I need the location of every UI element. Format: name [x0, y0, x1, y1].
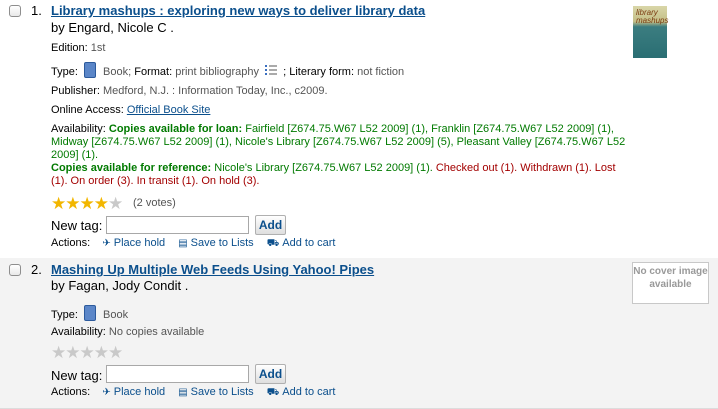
- search-result-1: 1. Library mashups : exploring new ways …: [0, 0, 718, 259]
- star-icon[interactable]: ★: [80, 194, 95, 213]
- star-icon[interactable]: ★: [80, 343, 95, 362]
- select-checkbox[interactable]: [9, 5, 21, 17]
- new-tag-label: New tag:: [51, 368, 103, 383]
- result-author: by Engard, Nicole C .: [51, 20, 174, 35]
- star-icon[interactable]: ★: [94, 343, 109, 362]
- star-icon[interactable]: ★: [51, 194, 66, 213]
- place-hold-action[interactable]: ✈ Place hold: [102, 237, 165, 249]
- book-cover-image[interactable]: library mashups: [633, 6, 668, 58]
- result-author: by Fagan, Jody Condit .: [51, 278, 189, 293]
- save-to-lists-action[interactable]: ▤ Save to Lists: [178, 386, 253, 398]
- edition-value: 1st: [90, 42, 106, 54]
- star-icon[interactable]: ★: [108, 194, 123, 213]
- add-tag-button[interactable]: Add: [255, 364, 286, 384]
- reference-copies: Nicole's Library [Z674.75.W67 L52 2009] …: [214, 162, 433, 174]
- availability-line: Availability: No copies available: [51, 326, 205, 338]
- actions-bar: Actions: ✈ Place hold ▤ Save to Lists ⛟ Add…: [51, 386, 336, 398]
- star-icon[interactable]: ★: [51, 343, 66, 362]
- result-number: 1.: [31, 3, 42, 18]
- availability-block: Availability: Copies available for loan:…: [51, 123, 626, 187]
- search-result-2: 2. Mashing Up Multiple Web Feeds Using Y…: [0, 258, 718, 409]
- type-line: Type: Book: [51, 305, 128, 321]
- new-tag-input[interactable]: [106, 365, 249, 383]
- select-checkbox[interactable]: [9, 264, 21, 276]
- availability-status: No copies available: [108, 326, 205, 338]
- book-icon: [83, 305, 96, 321]
- save-to-lists-icon: ▤: [178, 387, 188, 398]
- star-rating[interactable]: ★★★★★: [51, 343, 123, 362]
- result-title-link[interactable]: Mashing Up Multiple Web Feeds Using Yaho…: [51, 262, 374, 277]
- add-tag-button[interactable]: Add: [255, 215, 286, 235]
- edition-line: Edition: 1st: [51, 42, 106, 54]
- add-to-cart-icon: ⛟: [266, 238, 280, 249]
- add-to-cart-action[interactable]: ⛟ Add to cart: [267, 386, 336, 398]
- star-icon[interactable]: ★: [65, 194, 80, 213]
- vote-count: (2 votes): [133, 197, 176, 209]
- result-title-link[interactable]: Library mashups : exploring new ways to …: [51, 3, 425, 18]
- place-hold-icon: ✈: [102, 387, 111, 398]
- actions-bar: Actions: ✈ Place hold ▤ Save to Lists ⛟ Add…: [51, 237, 336, 249]
- star-icon[interactable]: ★: [108, 343, 123, 362]
- place-hold-icon: ✈: [102, 238, 111, 249]
- new-tag-label: New tag:: [51, 218, 103, 233]
- star-rating[interactable]: ★★★★★: [51, 194, 123, 213]
- online-access-line: Online Access: Official Book Site: [51, 104, 211, 116]
- official-book-site-link[interactable]: Official Book Site: [127, 104, 211, 116]
- new-tag-input[interactable]: [106, 216, 249, 234]
- type-line: Type: Book; Format: print bibliography ;…: [51, 62, 404, 78]
- save-to-lists-icon: ▤: [178, 238, 188, 249]
- add-to-cart-icon: ⛟: [266, 387, 280, 398]
- publisher-line: Publisher: Medford, N.J. : Information T…: [51, 85, 328, 97]
- book-icon: [83, 62, 96, 78]
- result-number: 2.: [31, 262, 42, 277]
- place-hold-action[interactable]: ✈ Place hold: [102, 386, 165, 398]
- star-icon[interactable]: ★: [94, 194, 109, 213]
- no-cover-placeholder: No cover image available: [632, 262, 709, 304]
- save-to-lists-action[interactable]: ▤ Save to Lists: [178, 237, 253, 249]
- star-icon[interactable]: ★: [65, 343, 80, 362]
- list-format-icon: [265, 65, 278, 75]
- add-to-cart-action[interactable]: ⛟ Add to cart: [267, 237, 336, 249]
